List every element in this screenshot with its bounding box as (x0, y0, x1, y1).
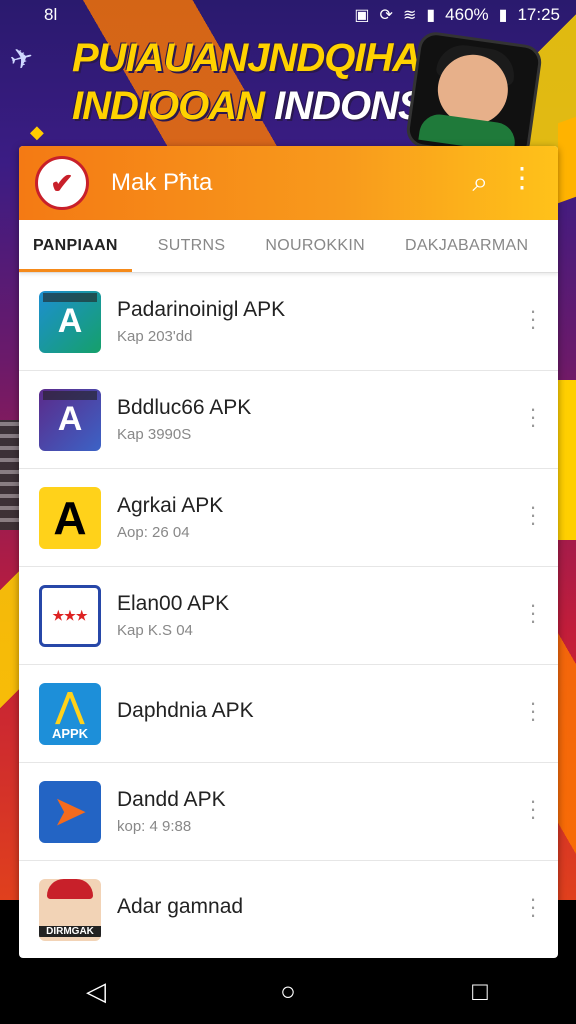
status-bar: 8l ▣ ⟳ ≋ ▮ 460% ▮ 17:25 (0, 0, 576, 30)
back-triangle-icon[interactable]: ◁ (66, 976, 126, 1007)
more-vertical-icon[interactable]: · · · (528, 790, 538, 828)
more-vertical-icon[interactable]: · · · (528, 300, 538, 338)
app-name: Padarinoinigl APK (117, 298, 286, 321)
tab-panpiaan[interactable]: PANPIAAN (19, 220, 132, 272)
app-icon-appk: ⋀ APPK (39, 682, 101, 745)
list-item[interactable]: DIRMGAK Adar gamnad · · · (19, 861, 558, 958)
app-icon-badge: ★★★ (39, 584, 101, 647)
home-circle-icon[interactable]: ○ (258, 976, 318, 1007)
app-bar: ✔ Mak Pħta ⌕ ⋮ (19, 146, 558, 220)
plane-icon: ✈ (6, 40, 38, 77)
list-item[interactable]: A Padarinoinigl APK Kap 203'dd · · · (19, 273, 558, 371)
app-name: Bddluc66 APK (117, 396, 252, 419)
icon-tag (43, 292, 97, 302)
clock: 17:25 (517, 5, 560, 24)
app-name: Daphdnia APK (117, 698, 254, 722)
app-subtitle: Kap 3990S (117, 426, 192, 443)
banner-headline: PUIAUANJNDQIHAN (72, 36, 449, 80)
search-icon[interactable]: ⌕ (472, 166, 488, 199)
decorative-shape (0, 420, 20, 530)
app-logo[interactable]: ✔ (35, 156, 89, 210)
tab-nourokkin[interactable]: NOUROKKIN (251, 220, 379, 272)
notification-icon: ▣ (354, 7, 370, 24)
list-item[interactable]: ➤ Dandd APK kop: 4 9:88 · · · (19, 763, 558, 861)
more-vertical-icon[interactable]: · · · (528, 398, 538, 436)
app-name: Elan00 APK (117, 592, 230, 615)
app-icon-blue-green: A (39, 290, 101, 353)
app-icon-avatar: DIRMGAK (39, 879, 101, 941)
status-left-text: 8l (44, 5, 58, 24)
avatar-cap (47, 879, 93, 899)
more-vertical-icon[interactable]: · · · (528, 594, 538, 632)
promo-banner[interactable]: ✈ ◆ PUIAUANJNDQIHAN INDIOOAN INDONSIA! (0, 29, 576, 163)
sync-icon: ⟳ (379, 7, 393, 24)
tab-sutrns[interactable]: SUTRNS (144, 220, 240, 272)
app-subtitle: Aop: 26 04 (117, 524, 190, 541)
list-item[interactable]: A Bddluc66 APK Kap 3990S · · · (19, 371, 558, 469)
list-item[interactable]: ★★★ Elan00 APK Kap K.S 04 · · · (19, 567, 558, 665)
app-icon-yellow-a: A (39, 486, 101, 549)
wifi-icon: ≋ (402, 7, 417, 24)
app-title: Mak Pħta (111, 169, 213, 196)
icon-text: APPK (51, 726, 89, 741)
battery-percent: 460% (445, 5, 489, 24)
tab-dakjabarman[interactable]: DAKJABARMAN (391, 220, 542, 272)
list-item[interactable]: A Agrkai APK Aop: 26 04 · · · (19, 469, 558, 567)
phone-illustration (404, 29, 544, 163)
more-vertical-icon[interactable]: · · · (528, 692, 538, 730)
icon-tag (43, 390, 97, 400)
app-icon-arrow: ➤ (39, 780, 101, 843)
signal-icon: ▮ (426, 7, 436, 24)
system-nav-bar: ◁ ○ □ (0, 958, 576, 1024)
app-name: Agrkai APK (117, 494, 224, 517)
tab-bar: PANPIAAN SUTRNS NOUROKKIN DAKJABARMAN (19, 220, 558, 273)
spark-icon: ◆ (30, 122, 44, 142)
icon-text: DIRMGAK (39, 926, 101, 937)
recents-square-icon[interactable]: □ (450, 976, 510, 1007)
app-window: ✔ Mak Pħta ⌕ ⋮ PANPIAAN SUTRNS NOUROKKIN… (19, 146, 558, 958)
app-subtitle: Kap K.S 04 (117, 622, 193, 639)
app-icon-purple-blue: A (39, 388, 101, 451)
app-subtitle: Kap 203'dd (117, 328, 193, 345)
app-subtitle: kop: 4 9:88 (117, 818, 192, 835)
list-item[interactable]: ⋀ APPK Daphdnia APK · · · (19, 665, 558, 763)
decorative-shape (558, 380, 576, 540)
app-list: A Padarinoinigl APK Kap 203'dd · · · A Bdd… (19, 273, 558, 958)
more-vertical-icon[interactable]: · · · (528, 496, 538, 534)
app-name: Adar gamnad (117, 895, 244, 918)
more-vertical-icon[interactable]: · · · (528, 888, 538, 926)
more-vertical-icon[interactable]: ⋮ (508, 164, 536, 192)
icon-glyph: ⋀ (56, 687, 84, 725)
app-name: Dandd APK (117, 788, 226, 811)
battery-icon: ▮ (498, 7, 508, 24)
banner-subheadline-prefix: INDIOOAN (72, 84, 275, 128)
